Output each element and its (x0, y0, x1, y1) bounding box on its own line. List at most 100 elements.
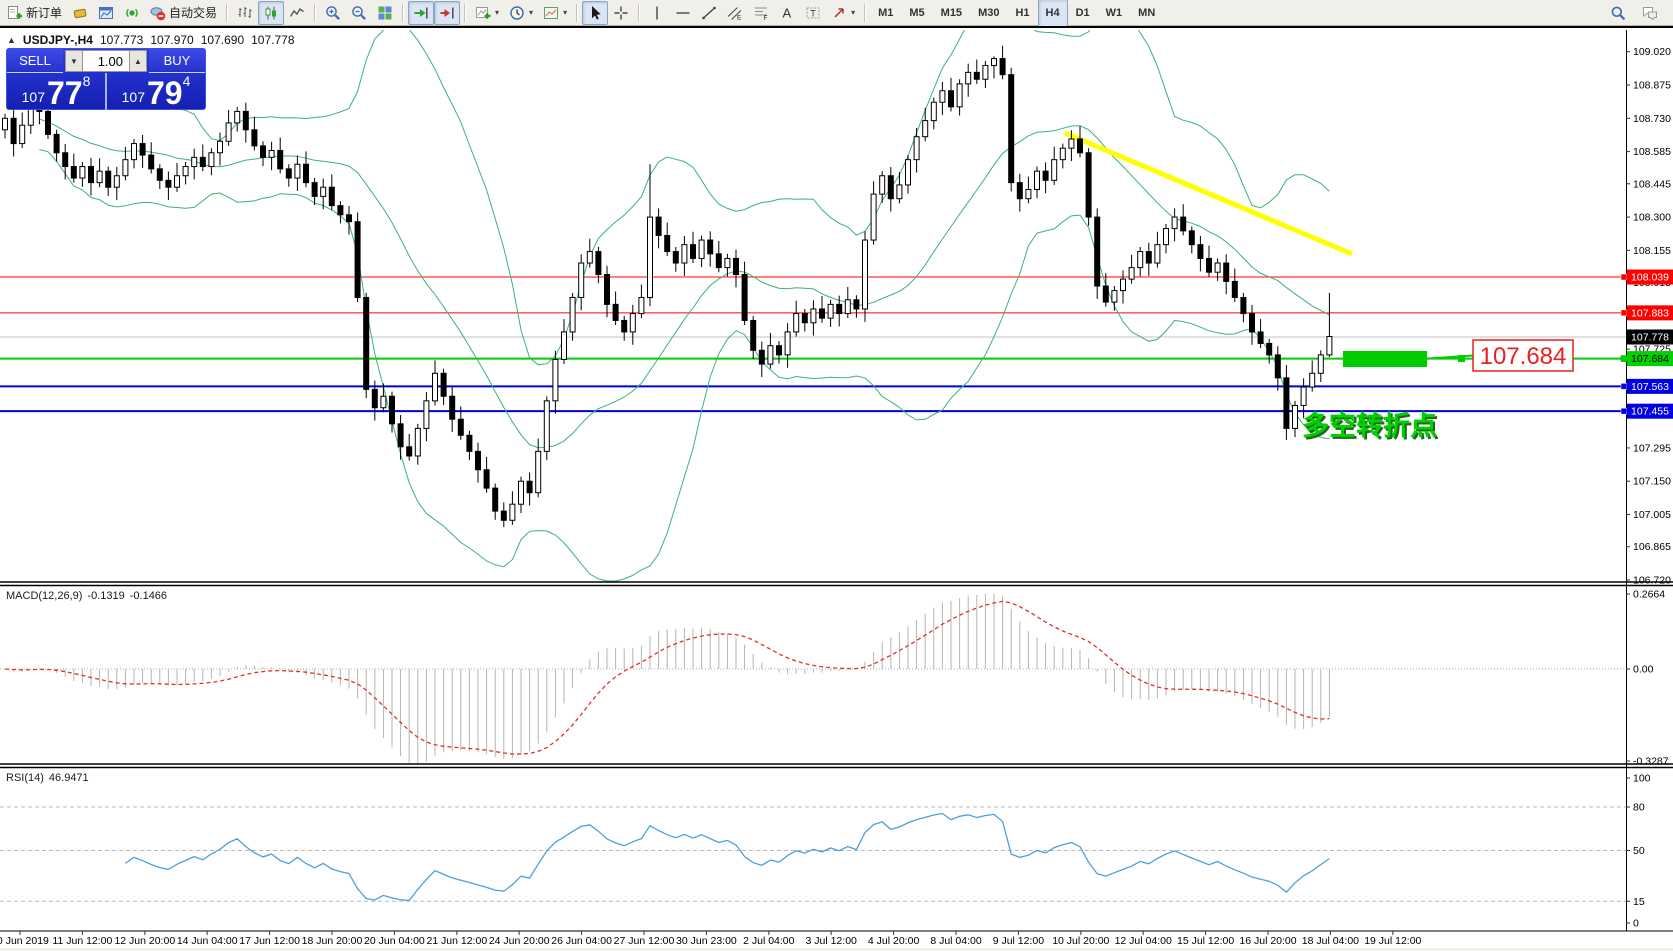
price-callout[interactable]: 107.684 (1427, 340, 1573, 371)
tf-m15-button[interactable]: M15 (933, 0, 970, 27)
buy-price-base: 107 (122, 90, 145, 107)
price-badge-label: 107.684 (1631, 353, 1669, 365)
time-axis-label: 18 Jun 20:00 (302, 935, 363, 947)
text-label-button[interactable]: T (800, 1, 826, 25)
volume-up-button[interactable]: ▲ (129, 50, 147, 72)
macd-label: MACD(12,26,9) -0.1319 -0.1466 (6, 590, 167, 602)
volume-input[interactable]: 1.00 (83, 50, 129, 72)
tf-w1-label: W1 (1106, 7, 1123, 19)
new-order-icon (7, 5, 23, 21)
macd-axis-label: 0.2664 (1633, 589, 1665, 601)
quotes-icon (72, 5, 88, 21)
time-axis-label: 10 Jun 2019 (0, 935, 49, 947)
collapse-panel-icon[interactable]: ▲ (7, 35, 16, 45)
chart-shift-button[interactable] (434, 1, 460, 25)
tf-m15-label: M15 (941, 7, 962, 19)
auto-trading-button[interactable]: 自动交易 (145, 1, 222, 25)
horizontal-line-icon (675, 5, 691, 21)
time-axis-label: 26 Jun 04:00 (551, 935, 612, 947)
candlestick-chart-button[interactable] (258, 1, 284, 25)
sell-button[interactable]: SELL (7, 49, 63, 73)
arrows-button[interactable]: ▾ (826, 1, 860, 25)
one-click-trading-panel: SELL ▼ 1.00 ▲ BUY 107 77 8 107 79 4 (6, 48, 206, 110)
dropdown-arrow-icon[interactable]: ▾ (851, 8, 855, 17)
auto-scroll-button[interactable] (408, 1, 434, 25)
toolbar-group-insert: ▾ ▾ ▾ (470, 1, 572, 25)
tf-h1-label: H1 (1015, 7, 1029, 19)
crosshair-button[interactable] (608, 1, 634, 25)
tf-m1-button[interactable]: M1 (870, 0, 901, 27)
buy-button[interactable]: BUY (149, 49, 205, 73)
time-axis-label: 18 Jul 04:00 (1302, 935, 1359, 947)
zoom-out-button[interactable] (346, 1, 372, 25)
trend-line-icon (701, 5, 717, 21)
trend-line-button[interactable] (696, 1, 722, 25)
sell-price-big: 77 (47, 80, 83, 107)
time-axis-label: 24 Jun 20:00 (489, 935, 550, 947)
periods-button[interactable]: ▾ (504, 1, 538, 25)
macd-pane[interactable] (0, 593, 1626, 763)
indicators-list-button[interactable]: ▾ (470, 1, 504, 25)
toolbar-group-chart-type (232, 1, 310, 25)
tf-m5-button[interactable]: M5 (901, 0, 932, 27)
sell-price[interactable]: 107 77 8 (7, 73, 107, 110)
line-chart-button[interactable] (284, 1, 310, 25)
vertical-line-button[interactable] (644, 1, 670, 25)
community-chat-button[interactable] (1637, 1, 1663, 25)
toolbar-group-timeframes: M1M5 M15 M30 H1 H4D1 W1 MN (870, 1, 1163, 25)
bar-chart-icon (237, 5, 253, 21)
bollinger-upper-band (39, 30, 1329, 365)
rsi-label: RSI(14) 46.9471 (6, 772, 89, 784)
chart-canvas[interactable]: 107.684多空转折点多空转折点109.020108.875108.73010… (0, 30, 1673, 951)
main-price-pane[interactable]: 107.684多空转折点多空转折点 (0, 30, 1626, 581)
bollinger-lower-band (39, 150, 1329, 581)
time-axis-label: 8 Jul 04:00 (930, 935, 982, 947)
svg-text:T: T (810, 8, 816, 18)
text-button[interactable]: A (774, 1, 800, 25)
ohlc-high: 107.970 (150, 33, 193, 47)
toolbar-separator (226, 4, 228, 22)
new-order-button[interactable]: 新订单 (2, 1, 67, 25)
candlestick-chart-icon (263, 5, 279, 21)
time-axis-label: 9 Jul 12:00 (993, 935, 1045, 947)
fibonacci-button[interactable]: F (748, 1, 774, 25)
ohlc-close: 107.778 (251, 33, 294, 47)
price-axis-label: 108.155 (1633, 245, 1671, 257)
time-axis-label: 14 Jun 04:00 (177, 935, 238, 947)
volume-down-button[interactable]: ▼ (65, 50, 83, 72)
tf-h1-button[interactable]: H1 (1007, 0, 1037, 27)
time-axis[interactable]: 10 Jun 201911 Jun 12:0012 Jun 20:0014 Ju… (0, 931, 1673, 951)
chart-window[interactable]: 107.684多空转折点多空转折点109.020108.875108.73010… (0, 26, 1673, 951)
rsi-pane[interactable] (0, 807, 1626, 901)
tf-mn-button[interactable]: MN (1130, 0, 1163, 27)
zoom-in-button[interactable] (320, 1, 346, 25)
templates-button[interactable]: ▾ (538, 1, 572, 25)
search-button[interactable] (1605, 1, 1631, 25)
bollinger-middle-band (39, 119, 1329, 448)
rsi-axis-label: 15 (1633, 896, 1645, 908)
tf-h4-button[interactable]: H4 (1038, 0, 1068, 27)
annotation-text[interactable]: 多空转折点 (1302, 410, 1437, 441)
tf-mn-label: MN (1138, 7, 1155, 19)
cursor-button[interactable] (582, 1, 608, 25)
yellow-trendline[interactable] (1065, 133, 1352, 254)
green-zone-rect[interactable] (1343, 351, 1427, 367)
market-watch-button[interactable] (67, 1, 93, 25)
tf-d1-button[interactable]: D1 (1068, 0, 1098, 27)
new-chart-button[interactable] (93, 1, 119, 25)
equidistant-channel-button[interactable]: E (722, 1, 748, 25)
toolbar-separator (464, 4, 466, 22)
dropdown-arrow-icon[interactable]: ▾ (529, 8, 533, 17)
buy-price[interactable]: 107 79 4 (107, 73, 205, 110)
time-axis-label: 20 Jun 04:00 (364, 935, 425, 947)
tf-w1-button[interactable]: W1 (1098, 0, 1131, 27)
tf-m30-button[interactable]: M30 (970, 0, 1007, 27)
horizontal-line-button[interactable] (670, 1, 696, 25)
bar-chart-button[interactable] (232, 1, 258, 25)
signals-button[interactable] (119, 1, 145, 25)
price-axis[interactable]: 109.020108.875108.730108.585108.445108.3… (1621, 30, 1673, 931)
line-chart-icon (289, 5, 305, 21)
dropdown-arrow-icon[interactable]: ▾ (563, 8, 567, 17)
tile-windows-button[interactable] (372, 1, 398, 25)
dropdown-arrow-icon[interactable]: ▾ (495, 8, 499, 17)
